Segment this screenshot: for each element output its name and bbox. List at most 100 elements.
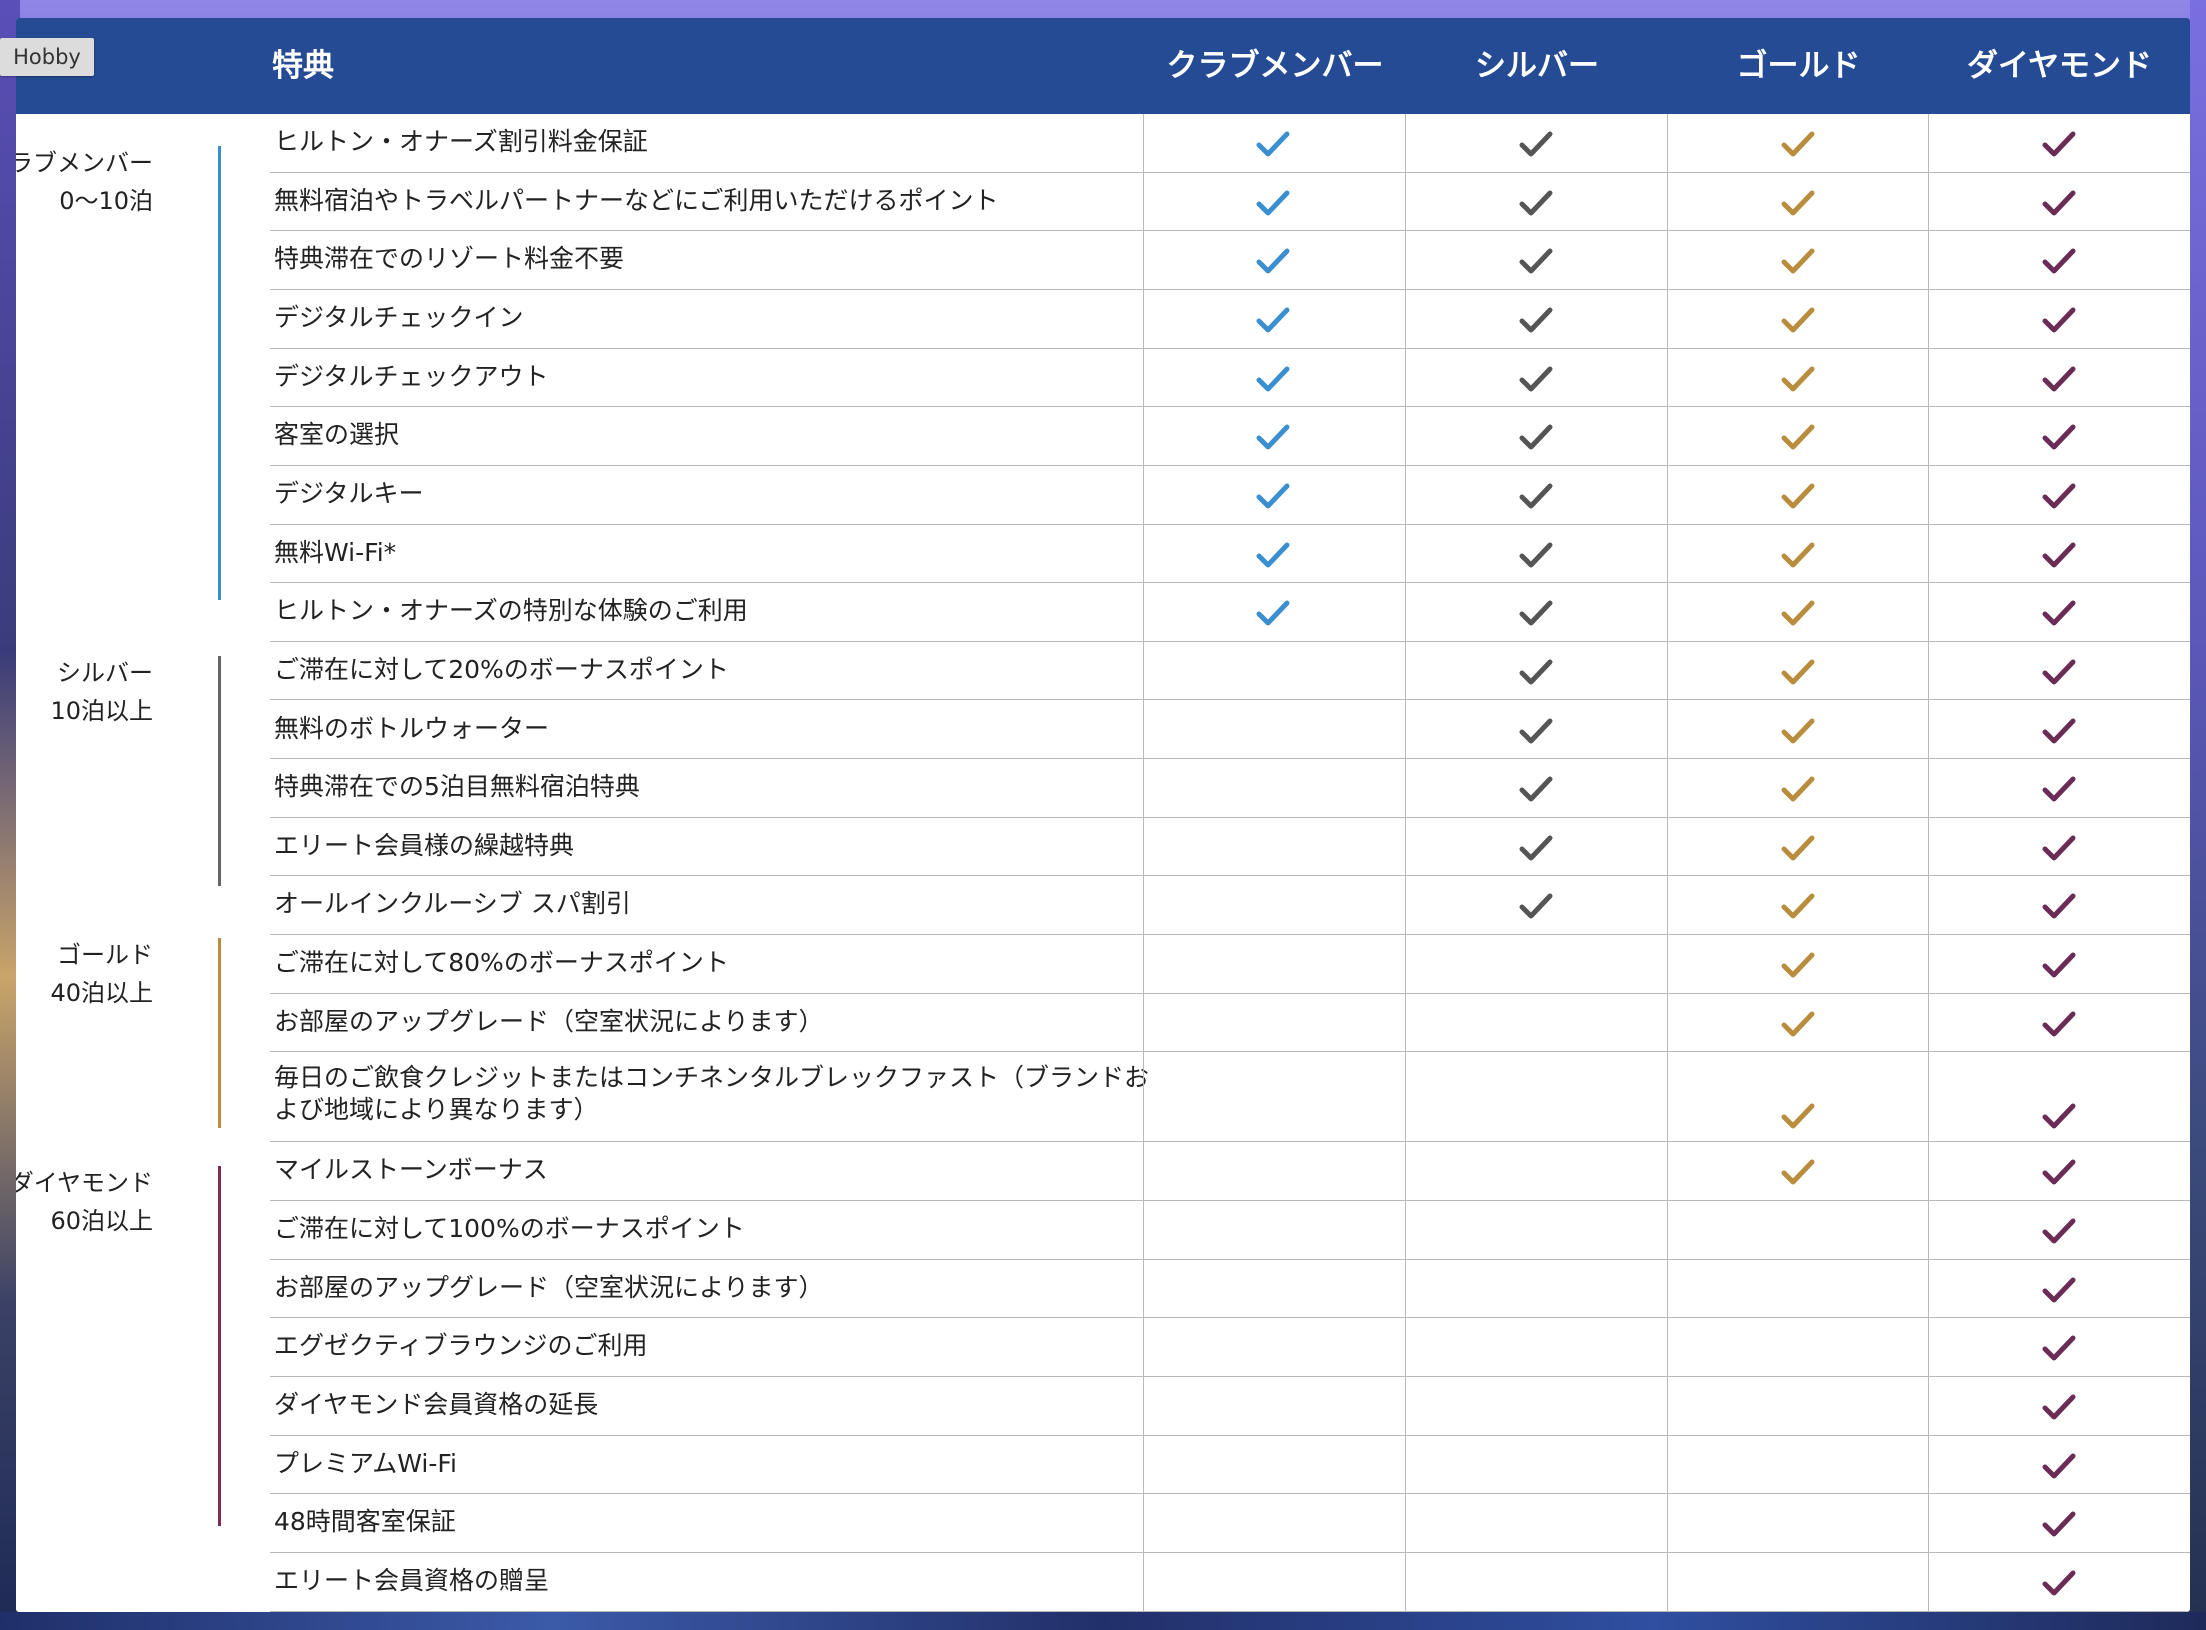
- check-icon-silver: [1519, 247, 1553, 275]
- check-icon-diamond: [2042, 717, 2076, 745]
- check-icon-member: [1256, 599, 1290, 627]
- check-icon-member: [1256, 306, 1290, 334]
- benefit-text: お部屋のアップグレード（空室状況によります）: [274, 1006, 824, 1036]
- table-row: ご滞在に対して80%のボーナスポイント: [16, 935, 2190, 994]
- check-icon-diamond: [2042, 1276, 2076, 1304]
- check-icon-gold: [1781, 1158, 1815, 1186]
- table-row: 毎日のご飲食クレジットまたはコンチネンタルブレックファスト（ブランドおよび地域に…: [16, 1052, 2190, 1143]
- check-icon-gold: [1781, 717, 1815, 745]
- check-icon-diamond: [2042, 1010, 2076, 1038]
- benefit-text: プレミアムWi-Fi: [274, 1448, 457, 1478]
- check-icon-silver: [1519, 717, 1553, 745]
- check-icon-diamond: [2042, 247, 2076, 275]
- check-icon-diamond: [2042, 482, 2076, 510]
- benefit-text: お部屋のアップグレード（空室状況によります）: [274, 1272, 824, 1302]
- check-icon-silver: [1519, 892, 1553, 920]
- benefit-text: デジタルチェックアウト: [274, 361, 549, 391]
- check-icon-gold: [1781, 951, 1815, 979]
- check-icon-silver: [1519, 541, 1553, 569]
- header-tier-member: クラブメンバー: [1166, 48, 1384, 84]
- table-row: マイルストーンボーナス: [16, 1142, 2190, 1202]
- check-icon-diamond: [2042, 1510, 2076, 1538]
- table-row: 特典滞在でのリゾート料金不要: [16, 231, 2190, 290]
- benefit-text: エグゼクティブラウンジのご利用: [274, 1331, 648, 1361]
- row-divider: [270, 1610, 2190, 1612]
- check-icon-silver: [1519, 658, 1553, 686]
- check-icon-member: [1256, 189, 1290, 217]
- check-icon-gold: [1781, 541, 1815, 569]
- benefits-table: 特典 クラブメンバー シルバー ゴールド ダイヤモンド クラブメンバー 0〜10…: [16, 18, 2190, 1612]
- column-divider: [1405, 114, 1406, 1612]
- check-icon-member: [1256, 482, 1290, 510]
- check-icon-diamond: [2042, 658, 2076, 686]
- check-icon-gold: [1781, 834, 1815, 862]
- check-icon-diamond: [2042, 1569, 2076, 1597]
- check-icon-diamond: [2042, 1158, 2076, 1186]
- benefit-text: ヒルトン・オナーズ割引料金保証: [274, 127, 648, 156]
- check-icon-diamond: [2042, 306, 2076, 334]
- table-row: 48時間客室保証: [16, 1494, 2190, 1553]
- column-divider: [1143, 114, 1144, 1612]
- check-icon-silver: [1519, 306, 1553, 334]
- benefit-text: マイルストーンボーナス: [274, 1155, 548, 1185]
- check-icon-diamond: [2042, 130, 2076, 158]
- table-row: エリート会員資格の贈呈: [16, 1553, 2190, 1612]
- check-icon-diamond: [2042, 599, 2076, 627]
- benefit-text: 毎日のご飲食クレジットまたはコンチネンタルブレックファスト（ブランドおよび地域に…: [274, 1063, 1150, 1125]
- check-icon-gold: [1781, 130, 1815, 158]
- check-icon-gold: [1781, 1102, 1815, 1130]
- table-row: 無料Wi-Fi*: [16, 525, 2190, 584]
- table-row: 無料のボトルウォーター: [16, 701, 2190, 760]
- benefit-text: 客室の選択: [274, 420, 400, 450]
- benefit-text: 特典滞在での5泊目無料宿泊特典: [274, 772, 640, 802]
- check-icon-diamond: [2042, 892, 2076, 920]
- check-icon-diamond: [2042, 1102, 2076, 1130]
- table-row: エグゼクティブラウンジのご利用: [16, 1318, 2190, 1377]
- check-icon-silver: [1519, 599, 1553, 627]
- benefit-text: ダイヤモンド会員資格の延長: [274, 1390, 599, 1419]
- benefit-text: エリート会員資格の贈呈: [274, 1565, 550, 1595]
- benefit-text: 48時間客室保証: [274, 1507, 456, 1537]
- benefit-text: 無料Wi-Fi*: [274, 537, 397, 567]
- header-tier-silver: シルバー: [1475, 48, 1599, 84]
- check-icon-gold: [1781, 423, 1815, 451]
- check-icon-silver: [1519, 189, 1553, 217]
- benefit-text: ご滞在に対して80%のボーナスポイント: [274, 948, 729, 978]
- check-icon-member: [1256, 423, 1290, 451]
- check-icon-diamond: [2042, 1452, 2076, 1480]
- table-row: デジタルチェックアウト: [16, 349, 2190, 408]
- table-row: ヒルトン・オナーズ割引料金保証: [16, 114, 2190, 173]
- benefit-text: ヒルトン・オナーズの特別な体験のご利用: [274, 596, 748, 626]
- hobby-badge: Hobby: [0, 38, 94, 76]
- check-icon-member: [1256, 130, 1290, 158]
- check-icon-diamond: [2042, 775, 2076, 803]
- check-icon-member: [1256, 541, 1290, 569]
- check-icon-member: [1256, 365, 1290, 393]
- check-icon-silver: [1519, 775, 1553, 803]
- check-icon-diamond: [2042, 834, 2076, 862]
- check-icon-gold: [1781, 892, 1815, 920]
- check-icon-silver: [1519, 423, 1553, 451]
- check-icon-gold: [1781, 599, 1815, 627]
- table-row: ダイヤモンド会員資格の延長: [16, 1377, 2190, 1436]
- check-icon-gold: [1781, 189, 1815, 217]
- check-icon-diamond: [2042, 365, 2076, 393]
- check-icon-diamond: [2042, 1334, 2076, 1362]
- background-bottom-strip: [0, 1612, 2206, 1630]
- table-row: デジタルキー: [16, 466, 2190, 525]
- check-icon-diamond: [2042, 1217, 2076, 1245]
- check-icon-diamond: [2042, 541, 2076, 569]
- table-row: 無料宿泊やトラベルパートナーなどにご利用いただけるポイント: [16, 173, 2190, 232]
- table-row: デジタルチェックイン: [16, 290, 2190, 349]
- check-icon-gold: [1781, 658, 1815, 686]
- check-icon-silver: [1519, 130, 1553, 158]
- column-divider: [1928, 114, 1929, 1612]
- benefit-text: デジタルキー: [274, 478, 424, 508]
- table-row: オールインクルーシブ スパ割引: [16, 876, 2190, 936]
- check-icon-diamond: [2042, 189, 2076, 217]
- benefit-text: 無料宿泊やトラベルパートナーなどにご利用いただけるポイント: [274, 185, 999, 215]
- benefit-text: ご滞在に対して100%のボーナスポイント: [274, 1214, 745, 1244]
- benefit-text: デジタルチェックイン: [274, 302, 524, 332]
- header-tier-diamond: ダイヤモンド: [1966, 48, 2153, 84]
- table-row: ご滞在に対して20%のボーナスポイント: [16, 642, 2190, 701]
